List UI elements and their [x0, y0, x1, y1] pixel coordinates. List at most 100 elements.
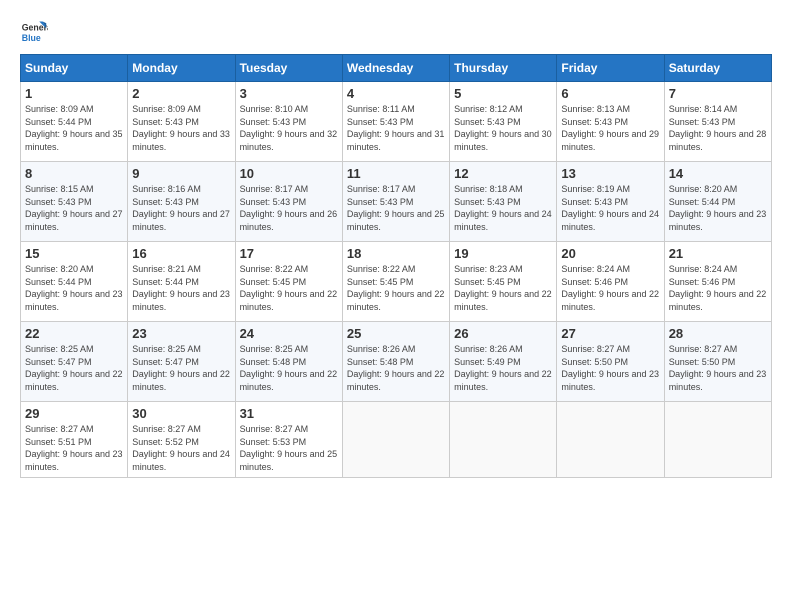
day-number: 28: [669, 326, 767, 341]
day-info: Sunrise: 8:12 AMSunset: 5:43 PMDaylight:…: [454, 104, 552, 152]
day-number: 9: [132, 166, 230, 181]
table-row: 22Sunrise: 8:25 AMSunset: 5:47 PMDayligh…: [21, 322, 128, 402]
day-number: 24: [240, 326, 338, 341]
table-row: 17Sunrise: 8:22 AMSunset: 5:45 PMDayligh…: [235, 242, 342, 322]
table-row: 9 Sunrise: 8:16 AMSunset: 5:43 PMDaylight…: [128, 162, 235, 242]
table-row: 3 Sunrise: 8:10 AMSunset: 5:43 PMDaylight…: [235, 82, 342, 162]
day-number: 30: [132, 406, 230, 421]
day-info: Sunrise: 8:13 AMSunset: 5:43 PMDaylight:…: [561, 104, 659, 152]
day-info: Sunrise: 8:21 AMSunset: 5:44 PMDaylight:…: [132, 264, 230, 312]
table-row: 13Sunrise: 8:19 AMSunset: 5:43 PMDayligh…: [557, 162, 664, 242]
day-number: 25: [347, 326, 445, 341]
table-row: 10 Sunrise: 8:17 AMSunset: 5:43 PMDayligh…: [235, 162, 342, 242]
table-row: 5 Sunrise: 8:12 AMSunset: 5:43 PMDaylight…: [450, 82, 557, 162]
day-info: Sunrise: 8:09 AMSunset: 5:43 PMDaylight:…: [132, 104, 230, 152]
day-number: 22: [25, 326, 123, 341]
day-number: 31: [240, 406, 338, 421]
col-tuesday: Tuesday: [235, 55, 342, 82]
table-row: [450, 402, 557, 478]
table-row: 14 Sunrise: 8:20 AMSunset: 5:44 PMDayligh…: [664, 162, 771, 242]
table-row: 11 Sunrise: 8:17 AMSunset: 5:43 PMDayligh…: [342, 162, 449, 242]
day-number: 26: [454, 326, 552, 341]
day-number: 1: [25, 86, 123, 101]
day-info: Sunrise: 8:10 AMSunset: 5:43 PMDaylight:…: [240, 104, 338, 152]
table-row: 27 Sunrise: 8:27 AMSunset: 5:50 PMDayligh…: [557, 322, 664, 402]
day-number: 6: [561, 86, 659, 101]
day-info: Sunrise: 8:22 AMSunset: 5:45 PMDaylight:…: [240, 264, 338, 312]
day-info: Sunrise: 8:24 AMSunset: 5:46 PMDaylight:…: [669, 264, 767, 312]
day-info: Sunrise: 8:25 AMSunset: 5:47 PMDaylight:…: [132, 344, 230, 392]
table-row: 6 Sunrise: 8:13 AMSunset: 5:43 PMDaylight…: [557, 82, 664, 162]
table-row: 15 Sunrise: 8:20 AMSunset: 5:44 PMDayligh…: [21, 242, 128, 322]
col-monday: Monday: [128, 55, 235, 82]
day-number: 18: [347, 246, 445, 261]
col-sunday: Sunday: [21, 55, 128, 82]
calendar-body: 1 Sunrise: 8:09 AMSunset: 5:44 PMDaylight…: [21, 82, 772, 478]
day-info: Sunrise: 8:20 AMSunset: 5:44 PMDaylight:…: [25, 264, 123, 312]
day-number: 2: [132, 86, 230, 101]
day-number: 19: [454, 246, 552, 261]
table-row: 8 Sunrise: 8:15 AMSunset: 5:43 PMDaylight…: [21, 162, 128, 242]
day-number: 15: [25, 246, 123, 261]
day-info: Sunrise: 8:17 AMSunset: 5:43 PMDaylight:…: [240, 184, 338, 232]
day-info: Sunrise: 8:09 AMSunset: 5:44 PMDaylight:…: [25, 104, 123, 152]
day-number: 7: [669, 86, 767, 101]
table-row: [557, 402, 664, 478]
day-info: Sunrise: 8:26 AMSunset: 5:48 PMDaylight:…: [347, 344, 445, 392]
table-row: 12 Sunrise: 8:18 AMSunset: 5:43 PMDayligh…: [450, 162, 557, 242]
header-row: Sunday Monday Tuesday Wednesday Thursday…: [21, 55, 772, 82]
day-number: 23: [132, 326, 230, 341]
table-row: 7 Sunrise: 8:14 AMSunset: 5:43 PMDaylight…: [664, 82, 771, 162]
day-info: Sunrise: 8:15 AMSunset: 5:43 PMDaylight:…: [25, 184, 123, 232]
day-number: 3: [240, 86, 338, 101]
table-row: 30 Sunrise: 8:27 AMSunset: 5:52 PMDayligh…: [128, 402, 235, 478]
day-info: Sunrise: 8:23 AMSunset: 5:45 PMDaylight:…: [454, 264, 552, 312]
day-number: 8: [25, 166, 123, 181]
table-row: 4Sunrise: 8:11 AMSunset: 5:43 PMDaylight…: [342, 82, 449, 162]
day-number: 10: [240, 166, 338, 181]
day-info: Sunrise: 8:20 AMSunset: 5:44 PMDaylight:…: [669, 184, 767, 232]
day-info: Sunrise: 8:27 AMSunset: 5:53 PMDaylight:…: [240, 424, 338, 472]
table-row: [342, 402, 449, 478]
table-row: 24 Sunrise: 8:25 AMSunset: 5:48 PMDayligh…: [235, 322, 342, 402]
day-info: Sunrise: 8:22 AMSunset: 5:45 PMDaylight:…: [347, 264, 445, 312]
svg-text:Blue: Blue: [22, 33, 41, 43]
day-info: Sunrise: 8:17 AMSunset: 5:43 PMDaylight:…: [347, 184, 445, 232]
day-number: 5: [454, 86, 552, 101]
day-info: Sunrise: 8:27 AMSunset: 5:50 PMDaylight:…: [669, 344, 767, 392]
day-number: 14: [669, 166, 767, 181]
table-row: 20 Sunrise: 8:24 AMSunset: 5:46 PMDayligh…: [557, 242, 664, 322]
day-number: 16: [132, 246, 230, 261]
logo: General Blue: [20, 18, 52, 46]
table-row: 2 Sunrise: 8:09 AMSunset: 5:43 PMDaylight…: [128, 82, 235, 162]
day-number: 13: [561, 166, 659, 181]
day-number: 11: [347, 166, 445, 181]
day-info: Sunrise: 8:24 AMSunset: 5:46 PMDaylight:…: [561, 264, 659, 312]
day-number: 21: [669, 246, 767, 261]
table-row: 28 Sunrise: 8:27 AMSunset: 5:50 PMDayligh…: [664, 322, 771, 402]
table-row: 19 Sunrise: 8:23 AMSunset: 5:45 PMDayligh…: [450, 242, 557, 322]
day-info: Sunrise: 8:16 AMSunset: 5:43 PMDaylight:…: [132, 184, 230, 232]
day-number: 12: [454, 166, 552, 181]
table-row: 23 Sunrise: 8:25 AMSunset: 5:47 PMDayligh…: [128, 322, 235, 402]
calendar-header: Sunday Monday Tuesday Wednesday Thursday…: [21, 55, 772, 82]
day-info: Sunrise: 8:14 AMSunset: 5:43 PMDaylight:…: [669, 104, 767, 152]
day-info: Sunrise: 8:25 AMSunset: 5:48 PMDaylight:…: [240, 344, 338, 392]
day-number: 27: [561, 326, 659, 341]
col-wednesday: Wednesday: [342, 55, 449, 82]
table-row: 31 Sunrise: 8:27 AMSunset: 5:53 PMDayligh…: [235, 402, 342, 478]
calendar-table: Sunday Monday Tuesday Wednesday Thursday…: [20, 54, 772, 478]
table-row: [664, 402, 771, 478]
day-number: 4: [347, 86, 445, 101]
table-row: 29Sunrise: 8:27 AMSunset: 5:51 PMDayligh…: [21, 402, 128, 478]
day-number: 20: [561, 246, 659, 261]
table-row: 1 Sunrise: 8:09 AMSunset: 5:44 PMDaylight…: [21, 82, 128, 162]
day-info: Sunrise: 8:27 AMSunset: 5:51 PMDaylight:…: [25, 424, 123, 472]
header: General Blue: [20, 18, 772, 46]
table-row: 18 Sunrise: 8:22 AMSunset: 5:45 PMDayligh…: [342, 242, 449, 322]
day-info: Sunrise: 8:27 AMSunset: 5:50 PMDaylight:…: [561, 344, 659, 392]
table-row: 16 Sunrise: 8:21 AMSunset: 5:44 PMDayligh…: [128, 242, 235, 322]
table-row: 26Sunrise: 8:26 AMSunset: 5:49 PMDayligh…: [450, 322, 557, 402]
day-info: Sunrise: 8:27 AMSunset: 5:52 PMDaylight:…: [132, 424, 230, 472]
day-info: Sunrise: 8:18 AMSunset: 5:43 PMDaylight:…: [454, 184, 552, 232]
